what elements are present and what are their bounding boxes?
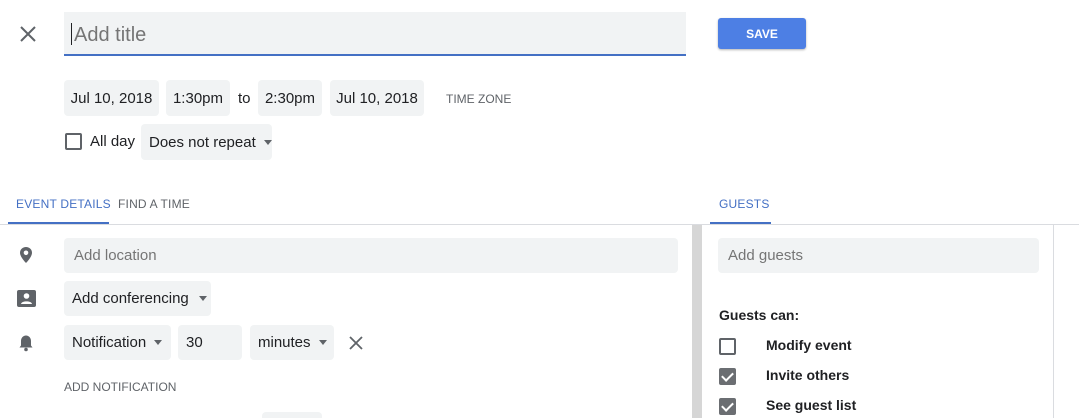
conferencing-dropdown[interactable]: Add conferencing <box>64 281 211 316</box>
title-field[interactable] <box>64 12 686 56</box>
invite-others-checkbox[interactable] <box>719 368 736 385</box>
notification-amount-input[interactable]: 30 <box>178 325 242 360</box>
conferencing-value: Add conferencing <box>72 290 189 307</box>
start-time-button[interactable]: 1:30pm <box>166 80 230 116</box>
add-guests-input[interactable] <box>726 246 1030 265</box>
notification-amount-value: 30 <box>186 334 203 351</box>
see-guest-list-label: See guest list <box>766 397 857 413</box>
repeat-dropdown[interactable]: Does not repeat <box>141 124 272 160</box>
chevron-down-icon <box>263 139 272 145</box>
chevron-down-icon <box>198 296 207 301</box>
location-input[interactable] <box>72 246 666 265</box>
partial-field <box>262 412 322 418</box>
all-day-checkbox[interactable] <box>65 133 82 150</box>
chevron-down-icon <box>154 340 163 345</box>
time-zone-link[interactable]: TIME ZONE <box>446 92 511 106</box>
notification-type-dropdown[interactable]: Notification <box>64 325 171 360</box>
end-date-button[interactable]: Jul 10, 2018 <box>330 80 424 116</box>
start-time-text: 1:30pm <box>172 89 224 107</box>
notification-type-value: Notification <box>72 334 147 351</box>
notification-unit-value: minutes <box>258 334 311 351</box>
location-pin-icon <box>18 246 34 264</box>
end-time-button[interactable]: 2:30pm <box>258 80 322 116</box>
modify-event-label: Modify event <box>766 337 852 353</box>
start-date-button[interactable]: Jul 10, 2018 <box>64 80 159 116</box>
add-guests-field[interactable] <box>718 238 1039 273</box>
tab-event-details[interactable]: EVENT DETAILS <box>16 197 111 211</box>
to-label: to <box>238 90 251 107</box>
notification-unit-dropdown[interactable]: minutes <box>250 325 334 360</box>
modify-event-checkbox[interactable] <box>719 338 736 355</box>
guests-can-label: Guests can: <box>719 307 800 323</box>
tab-guests[interactable]: GUESTS <box>719 197 770 211</box>
bell-icon <box>18 334 34 352</box>
remove-notification-button[interactable] <box>349 336 363 350</box>
all-day-label: All day <box>90 133 136 150</box>
details-scrollbar[interactable] <box>692 225 702 418</box>
end-time-text: 2:30pm <box>264 89 316 107</box>
close-icon[interactable] <box>18 24 38 44</box>
repeat-value: Does not repeat <box>149 133 256 151</box>
tabs-divider <box>0 224 1079 225</box>
add-notification-link[interactable]: ADD NOTIFICATION <box>64 380 176 394</box>
see-guest-list-checkbox[interactable] <box>719 398 736 415</box>
chevron-down-icon <box>318 340 327 345</box>
tab-find-a-time[interactable]: FIND A TIME <box>118 197 190 211</box>
conferencing-icon <box>17 290 36 307</box>
invite-others-label: Invite others <box>766 367 850 383</box>
start-date-text: Jul 10, 2018 <box>70 89 153 107</box>
save-button[interactable]: SAVE <box>718 18 806 49</box>
location-field[interactable] <box>64 238 678 273</box>
guests-panel-border <box>1053 225 1054 418</box>
close-icon <box>349 336 363 350</box>
end-date-text: Jul 10, 2018 <box>336 89 418 107</box>
title-input[interactable] <box>72 20 676 50</box>
